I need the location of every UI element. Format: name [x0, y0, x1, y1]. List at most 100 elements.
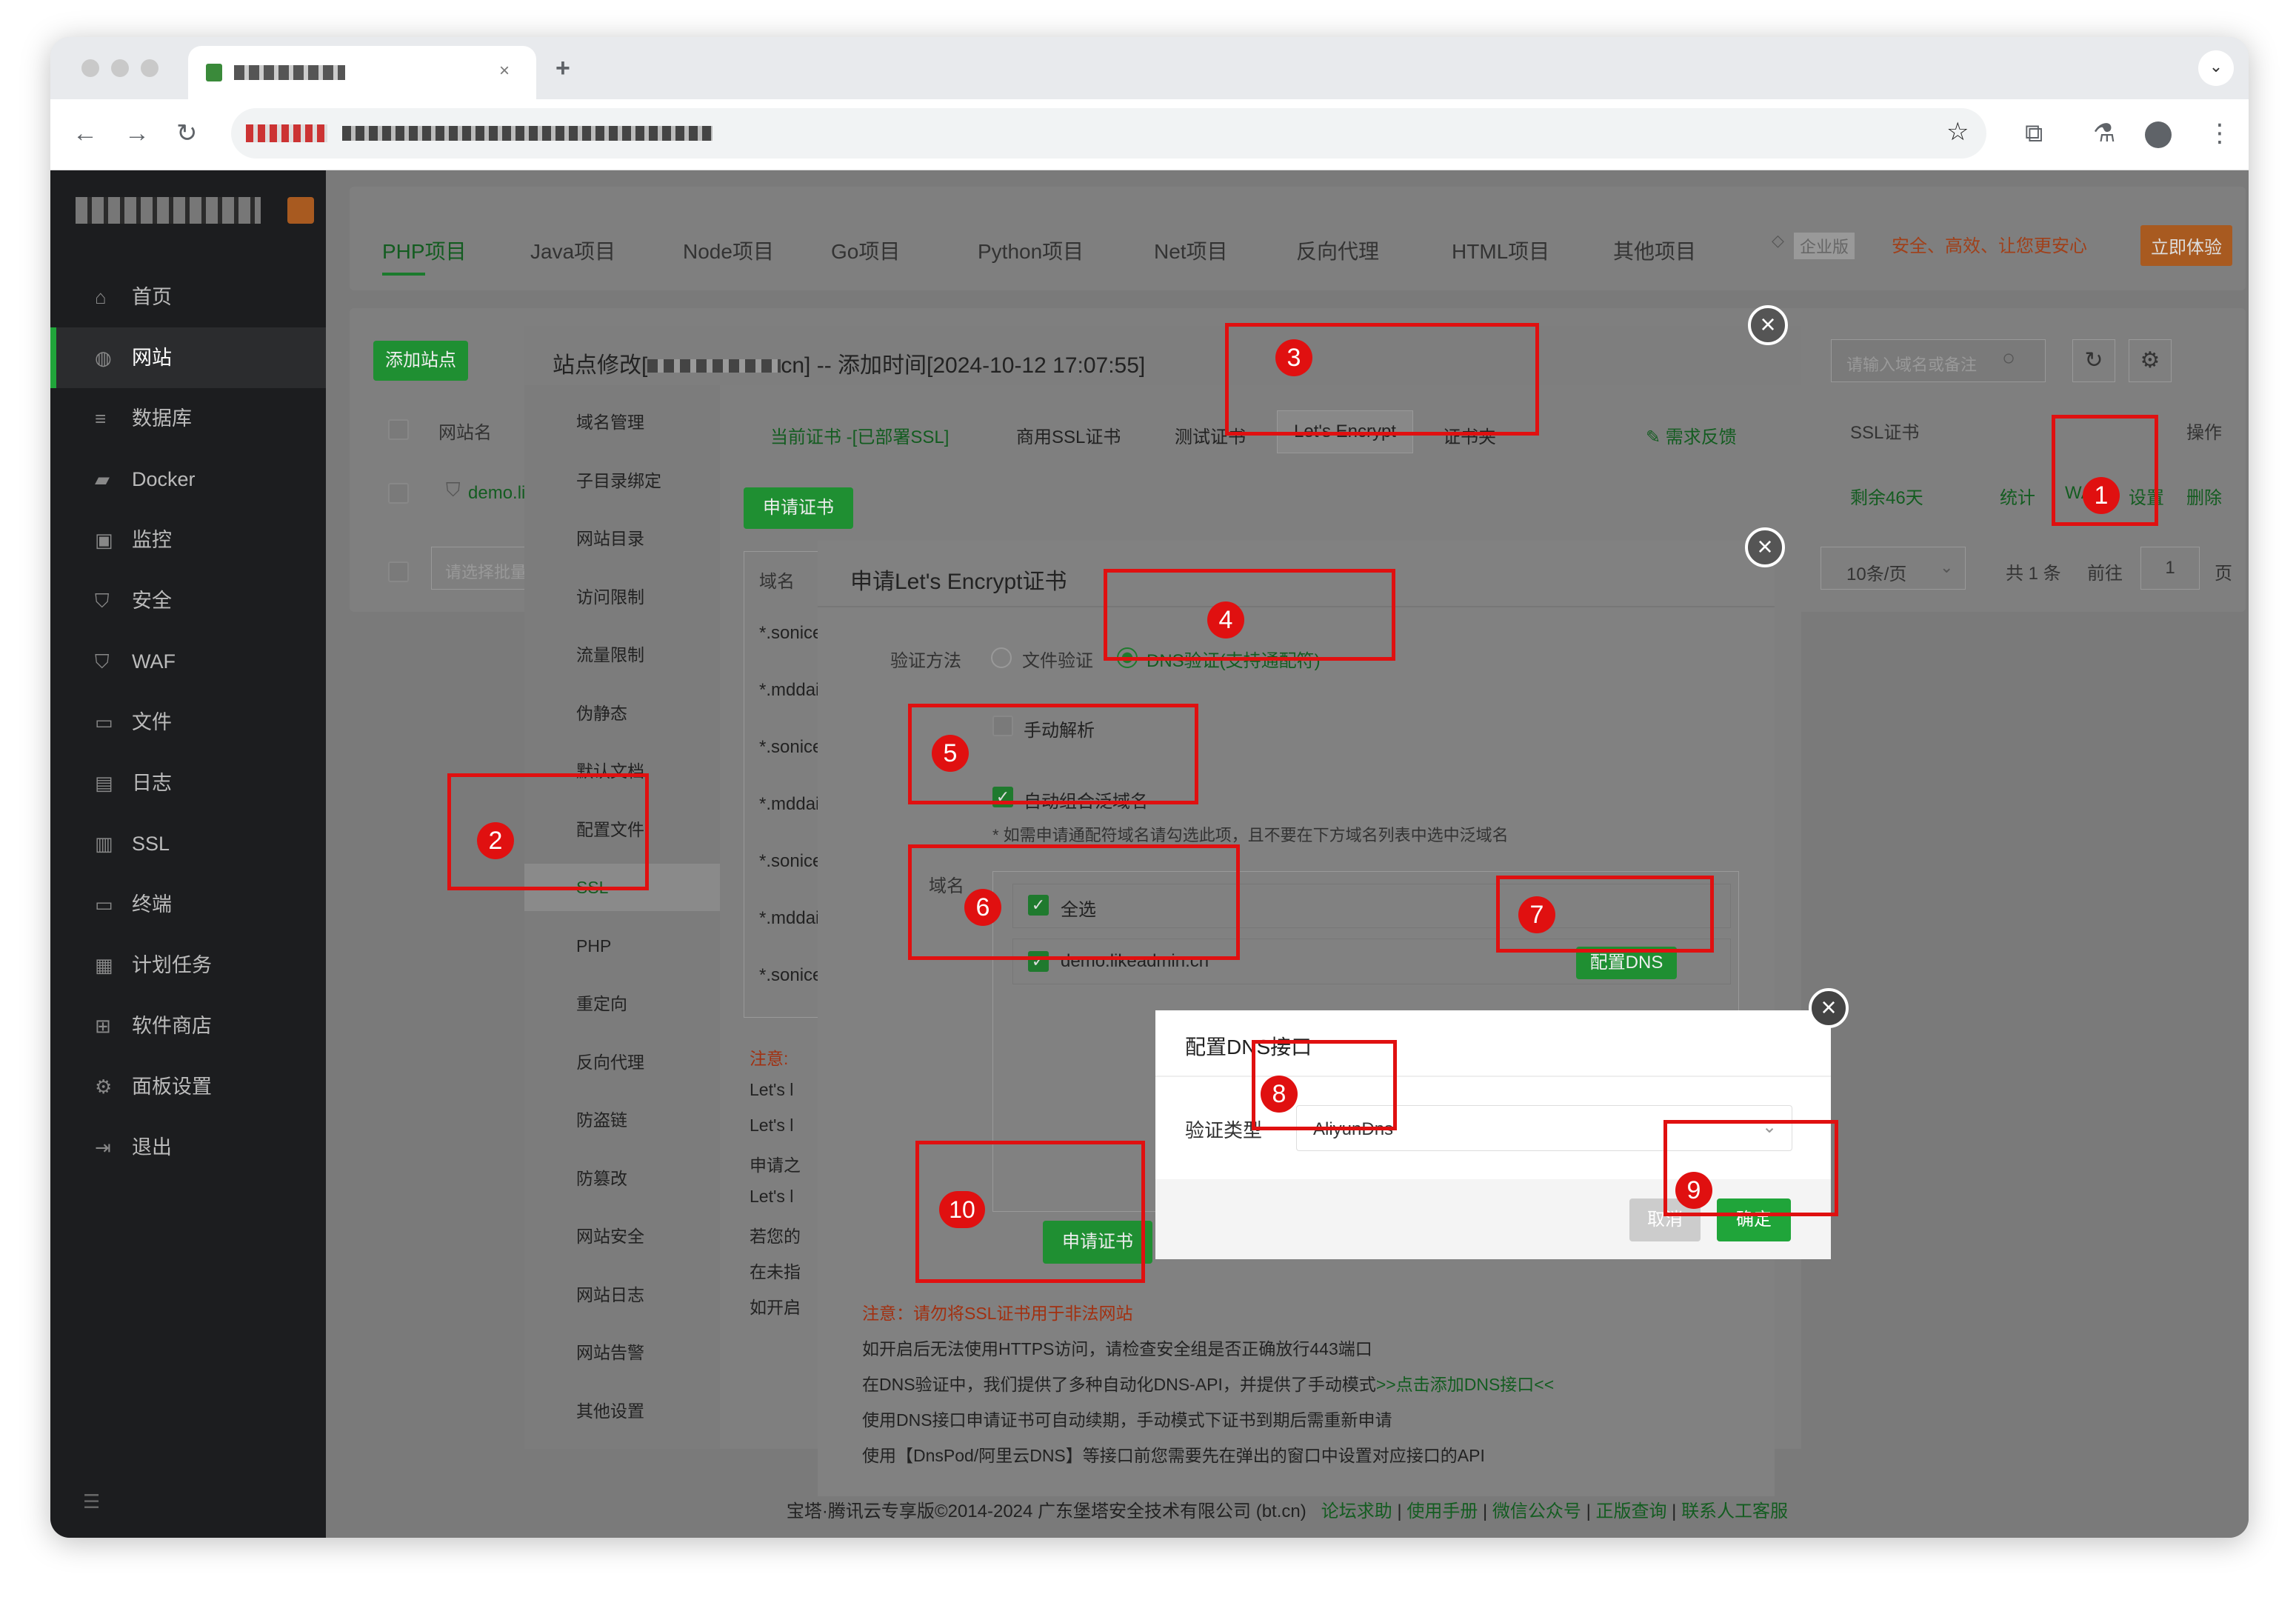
- stats-link[interactable]: 统计: [2000, 483, 2035, 509]
- site-menu-item-12[interactable]: 防盗链: [524, 1096, 720, 1144]
- dns-confirm-button[interactable]: 确定: [1717, 1198, 1791, 1241]
- project-tab-4[interactable]: Python项目: [978, 236, 1084, 265]
- window-zoom-dot[interactable]: [141, 59, 158, 77]
- add-site-button[interactable]: 添加站点: [373, 341, 468, 381]
- ssl-tab-2[interactable]: 测试证书: [1175, 422, 1246, 448]
- footer-link-wechat[interactable]: 微信公众号: [1492, 1501, 1581, 1521]
- site-menu-item-14[interactable]: 网站安全: [524, 1213, 720, 1260]
- sidebar-item-5[interactable]: ⛉ 安全: [50, 570, 326, 631]
- site-menu-item-8[interactable]: SSL: [524, 864, 720, 911]
- delete-link[interactable]: 删除: [2186, 483, 2222, 509]
- apply-cert-button-top[interactable]: 申请证书: [744, 487, 853, 529]
- settings-link[interactable]: 设置: [2129, 483, 2164, 509]
- reload-icon[interactable]: ↻: [176, 119, 198, 148]
- ssl-tab-3[interactable]: Let's Encrypt: [1277, 410, 1413, 453]
- select-all-row[interactable]: ✓ 全选: [1012, 884, 1731, 928]
- window-minimize-dot[interactable]: [111, 59, 129, 77]
- site-menu-item-2[interactable]: 网站目录: [524, 515, 720, 562]
- select-all-sites-checkbox[interactable]: [388, 419, 409, 440]
- sidebar-item-7[interactable]: ▭ 文件: [50, 692, 326, 753]
- close-le-modal-icon[interactable]: ×: [1745, 527, 1785, 567]
- site-menu-item-0[interactable]: 域名管理: [524, 399, 720, 446]
- auto-wildcard-checkbox[interactable]: ✓: [992, 787, 1013, 807]
- feedback-link[interactable]: ✎ 需求反馈: [1646, 422, 1737, 448]
- site-menu-item-1[interactable]: 子目录绑定: [524, 457, 720, 504]
- sidebar-item-6[interactable]: ⛉ WAF: [50, 631, 326, 692]
- refresh-icon[interactable]: ↻: [2072, 339, 2115, 382]
- domain-row[interactable]: ✓ demo.likeadmin.cn 配置DNS: [1012, 938, 1731, 984]
- site-row-checkbox[interactable]: [388, 483, 409, 504]
- settings-gear-icon[interactable]: ⚙: [2129, 339, 2172, 382]
- project-tab-8[interactable]: 其他项目: [1613, 236, 1696, 265]
- config-dns-button[interactable]: 配置DNS: [1576, 947, 1677, 979]
- project-tab-7[interactable]: HTML项目: [1452, 236, 1549, 265]
- window-close-dot[interactable]: [81, 59, 99, 77]
- sidebar-item-13[interactable]: ⚙ 面板设置: [50, 1056, 326, 1117]
- site-menu-item-16[interactable]: 网站告警: [524, 1329, 720, 1376]
- ssl-tab-1[interactable]: 商用SSL证书: [1016, 422, 1121, 448]
- ssl-tab-4[interactable]: 证书夹: [1443, 422, 1496, 448]
- close-site-modal-icon[interactable]: ×: [1748, 305, 1788, 345]
- sidebar-item-10[interactable]: ▭ 终端: [50, 874, 326, 935]
- project-tab-6[interactable]: 反向代理: [1296, 236, 1379, 265]
- sidebar-item-11[interactable]: ▦ 计划任务: [50, 935, 326, 996]
- site-search-input[interactable]: 请输入域名或备注 ○: [1831, 339, 2046, 382]
- footer-link-support[interactable]: 联系人工客服: [1681, 1501, 1788, 1521]
- ssl-tab-0[interactable]: 当前证书 -[已部署SSL]: [770, 422, 949, 448]
- plus-icon[interactable]: +: [555, 53, 570, 83]
- collapse-sidebar-icon[interactable]: ☰: [83, 1490, 100, 1513]
- flask-icon[interactable]: ⚗: [2093, 119, 2115, 148]
- browser-tab[interactable]: ×: [188, 46, 536, 99]
- search-icon[interactable]: ○: [2002, 346, 2015, 371]
- star-icon[interactable]: ☆: [1946, 117, 1969, 147]
- footer-link-manual[interactable]: 使用手册: [1406, 1501, 1478, 1521]
- dns-verify-radio[interactable]: [1117, 647, 1138, 668]
- page-size-select[interactable]: 10条/页 ⌄: [1821, 547, 1966, 590]
- select-all-checkbox[interactable]: ✓: [1028, 895, 1049, 916]
- project-tab-1[interactable]: Java项目: [530, 236, 615, 265]
- profile-icon[interactable]: [2145, 121, 2172, 148]
- puzzle-icon[interactable]: ⧉: [2025, 119, 2043, 148]
- dns-type-select[interactable]: AliyunDns ⌄: [1296, 1105, 1792, 1151]
- page-input[interactable]: 1: [2140, 547, 2200, 590]
- site-menu-item-6[interactable]: 默认文档: [524, 747, 720, 795]
- promo-button[interactable]: 立即体验: [2140, 225, 2232, 266]
- close-dns-modal-icon[interactable]: ×: [1809, 988, 1849, 1028]
- apply-cert-button[interactable]: 申请证书: [1043, 1221, 1152, 1264]
- site-menu-item-9[interactable]: PHP: [524, 922, 720, 970]
- sidebar-item-2[interactable]: ≡ 数据库: [50, 388, 326, 449]
- site-menu-item-5[interactable]: 伪静态: [524, 690, 720, 737]
- site-menu-item-17[interactable]: 其他设置: [524, 1387, 720, 1435]
- site-menu-item-3[interactable]: 访问限制: [524, 573, 720, 621]
- sidebar-item-9[interactable]: ▥ SSL: [50, 813, 326, 874]
- sidebar-item-3[interactable]: ▰ Docker: [50, 449, 326, 510]
- project-tab-5[interactable]: Net项目: [1154, 236, 1228, 265]
- address-bar[interactable]: ☆: [231, 108, 1986, 159]
- back-arrow-icon[interactable]: ←: [73, 119, 98, 148]
- sidebar-item-0[interactable]: ⌂ 首页: [50, 267, 326, 327]
- site-menu-item-13[interactable]: 防篡改: [524, 1155, 720, 1202]
- project-tab-3[interactable]: Go项目: [831, 236, 900, 265]
- forward-arrow-icon[interactable]: →: [124, 119, 150, 148]
- chevron-down-icon[interactable]: ⌄: [2198, 50, 2234, 86]
- site-menu-item-11[interactable]: 反向代理: [524, 1038, 720, 1086]
- sidebar-item-8[interactable]: ▤ 日志: [50, 753, 326, 813]
- sidebar-item-1[interactable]: ◍ 网站: [50, 327, 326, 388]
- sidebar-item-4[interactable]: ▣ 监控: [50, 510, 326, 570]
- footer-link-license[interactable]: 正版查询: [1595, 1501, 1666, 1521]
- sidebar-item-12[interactable]: ⊞ 软件商店: [50, 996, 326, 1056]
- domain-checkbox[interactable]: ✓: [1028, 951, 1049, 972]
- site-name-link[interactable]: demo.li: [468, 483, 525, 504]
- file-verify-radio[interactable]: [991, 647, 1012, 668]
- project-tab-2[interactable]: Node项目: [683, 236, 774, 265]
- sidebar-item-14[interactable]: ⇥ 退出: [50, 1117, 326, 1178]
- tab-close-icon[interactable]: ×: [499, 61, 510, 81]
- site-menu-item-7[interactable]: 配置文件: [524, 806, 720, 853]
- manual-resolve-checkbox[interactable]: [992, 716, 1013, 736]
- site-menu-item-10[interactable]: 重定向: [524, 980, 720, 1027]
- batch-checkbox[interactable]: [388, 561, 409, 582]
- site-menu-item-4[interactable]: 流量限制: [524, 631, 720, 679]
- add-dns-link[interactable]: >>点击添加DNS接口<<: [1376, 1375, 1554, 1394]
- kebab-menu-icon[interactable]: ⋮: [2207, 119, 2232, 148]
- footer-link-forum[interactable]: 论坛求助: [1321, 1501, 1392, 1521]
